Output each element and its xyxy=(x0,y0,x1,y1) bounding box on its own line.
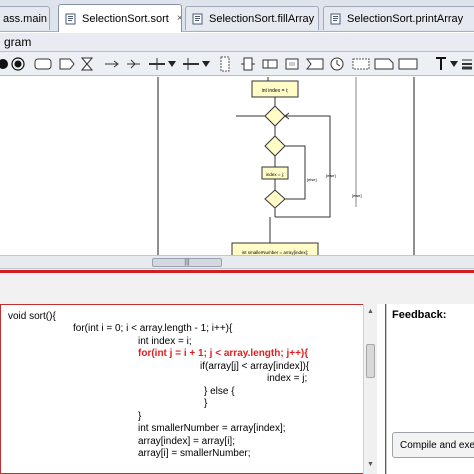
final-node-icon[interactable] xyxy=(10,55,26,73)
tab-main[interactable]: ass.main × xyxy=(0,6,50,30)
tab-main-label: ass.main xyxy=(3,12,48,25)
scroll-down-icon[interactable]: ▼ xyxy=(365,459,376,470)
action-node-init-label: int index = i; xyxy=(262,88,289,94)
tab-selectionsort-printarray[interactable]: SelectionSort.printArray xyxy=(323,6,474,30)
line-style-icon[interactable] xyxy=(460,55,474,73)
code-line: array[i] = smallerNumber; xyxy=(138,448,251,459)
close-icon[interactable]: × xyxy=(177,13,181,24)
code-editor[interactable]: void sort(){ for(int i = 0; i < array.le… xyxy=(0,304,386,474)
decision-node-for-j[interactable] xyxy=(264,105,286,127)
accept-event-icon[interactable] xyxy=(306,55,324,73)
timer-icon[interactable] xyxy=(330,55,344,73)
code-line: void sort(){ xyxy=(8,311,56,322)
code-line: index = j; xyxy=(267,373,308,384)
scrollbar-thumb[interactable] xyxy=(366,344,375,378)
code-line: array[index] = array[i]; xyxy=(138,436,235,447)
tab-printarray-label: SelectionSort.printArray xyxy=(347,12,464,25)
chevron-down-icon[interactable] xyxy=(167,55,177,73)
code-line: } xyxy=(138,411,142,422)
join-icon[interactable] xyxy=(182,55,200,73)
code-line: } xyxy=(204,398,208,409)
flow-arrow-icon[interactable] xyxy=(104,55,120,73)
partition-icon[interactable] xyxy=(218,55,232,73)
feedback-output[interactable] xyxy=(390,324,472,424)
code-line: int index = i; xyxy=(138,336,192,347)
exit-guard-label: [else] xyxy=(352,193,362,198)
diagram-palette xyxy=(0,52,474,76)
scroll-up-icon[interactable]: ▲ xyxy=(365,306,376,317)
object-flow-icon[interactable] xyxy=(126,55,142,73)
action-node-icon[interactable] xyxy=(33,55,53,73)
code-line: int smallerNumber = array[index]; xyxy=(138,423,286,434)
code-line: if(array[j] < array[index]){ xyxy=(200,361,310,372)
code-vertical-scrollbar[interactable]: ▲ ▼ xyxy=(363,304,377,474)
loop-guard-label: [else] xyxy=(326,173,336,178)
diagram-panel-title: gram xyxy=(4,35,32,49)
region-icon[interactable] xyxy=(352,55,370,73)
tab-sort-label: SelectionSort.sort xyxy=(82,12,169,25)
compile-and-execute-button[interactable]: Compile and exe xyxy=(392,432,474,458)
diagram-horizontal-scrollbar[interactable]: ||| xyxy=(0,255,474,269)
java-file-icon xyxy=(330,13,341,24)
editor-margin xyxy=(377,304,386,474)
tab-fillarray-label: SelectionSort.fillArray xyxy=(209,12,315,25)
feedback-title: Feedback: xyxy=(392,309,447,321)
code-line: for(int i = 0; i < array.length - 1; i++… xyxy=(73,323,233,334)
decision-node-if[interactable] xyxy=(264,135,286,157)
object-node-icon[interactable] xyxy=(284,55,300,73)
chevron-down-icon[interactable] xyxy=(201,55,211,73)
panel-splitter[interactable] xyxy=(0,269,474,304)
java-file-icon xyxy=(192,13,203,24)
merge-node[interactable] xyxy=(264,189,286,209)
fork-icon[interactable] xyxy=(148,55,166,73)
expansion-node-icon[interactable] xyxy=(240,55,256,73)
diagram-panel-header: gram xyxy=(0,33,474,52)
activity-diagram-canvas[interactable]: int index = i; index = j; [else] [else] … xyxy=(0,77,474,255)
splitter-accent xyxy=(0,270,474,273)
initial-node-icon[interactable] xyxy=(0,55,10,73)
text-tool-icon[interactable] xyxy=(434,55,448,73)
scrollbar-thumb[interactable]: ||| xyxy=(152,258,222,267)
hourglass-icon[interactable] xyxy=(80,55,94,73)
tab-selectionsort-fillarray[interactable]: SelectionSort.fillArray × xyxy=(185,6,319,30)
pin-icon[interactable] xyxy=(262,55,278,73)
java-file-icon xyxy=(65,13,76,24)
chevron-down-icon[interactable] xyxy=(449,55,459,73)
send-signal-icon[interactable] xyxy=(58,55,76,73)
code-line: } else { xyxy=(204,386,235,397)
editor-tab-bar: ass.main × SelectionSort.sort × Selectio… xyxy=(0,0,474,32)
feedback-panel: Feedback: Compile and exe xyxy=(386,304,474,474)
note-icon[interactable] xyxy=(374,55,394,73)
activity-diagram: int index = i; index = j; [else] [else] … xyxy=(157,77,415,255)
else-guard-label: [else] xyxy=(307,177,317,182)
tab-selectionsort-sort[interactable]: SelectionSort.sort × xyxy=(58,4,182,32)
action-node-assign-label: index = j; xyxy=(266,172,284,177)
anchor-icon[interactable] xyxy=(398,55,418,73)
code-line-highlighted: for(int j = i + 1; j < array.length; j++… xyxy=(138,348,309,359)
